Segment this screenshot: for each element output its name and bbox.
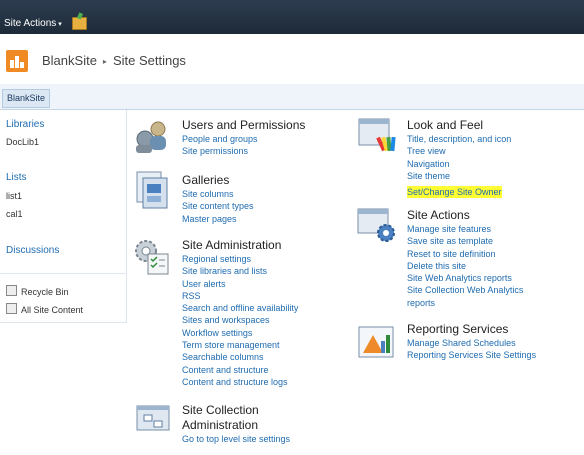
breadcrumb-site-link[interactable]: BlankSite (42, 53, 97, 68)
breadcrumb-separator-icon: ▸ (102, 57, 107, 66)
content-and-structure-link[interactable]: Content and structure (182, 364, 298, 376)
site-web-analytics-reports-link[interactable]: Site Web Analytics reports (407, 272, 523, 284)
edit-page-icon[interactable] (72, 17, 87, 30)
all-site-content-link[interactable]: All Site Content (6, 303, 83, 315)
quick-launch: Libraries DocLib1 Lists list1 cal1 Discu… (0, 110, 127, 323)
recycle-bin-link[interactable]: Recycle Bin (6, 285, 69, 297)
quick-launch-libraries[interactable]: Libraries (6, 119, 44, 130)
save-site-as-template-link[interactable]: Save site as template (407, 235, 523, 247)
site-collection-administration-section: Site Collection Administration Go to top… (182, 403, 290, 445)
navigation-link[interactable]: Navigation (407, 158, 511, 170)
set-change-site-owner-link[interactable]: Set/Change Site Owner (407, 186, 502, 199)
site-actions-icon (357, 208, 395, 242)
tree-view-link[interactable]: Tree view (407, 145, 511, 157)
top-navigation: BlankSite (0, 84, 584, 110)
site-collection-web-analytics-reports-link[interactable]: reports (407, 297, 523, 309)
galleries-section: Galleries Site columns Site content type… (182, 173, 254, 225)
searchable-columns-link[interactable]: Searchable columns (182, 351, 298, 363)
go-to-top-level-site-settings-link[interactable]: Go to top level site settings (182, 433, 290, 445)
site-collection-administration-icon (136, 405, 170, 431)
search-and-offline-availability-link[interactable]: Search and offline availability (182, 302, 298, 314)
content-and-structure-logs-link[interactable]: Content and structure logs (182, 376, 298, 388)
delete-this-site-link[interactable]: Delete this site (407, 260, 523, 272)
reporting-services-section: Reporting Services Manage Shared Schedul… (407, 322, 536, 362)
site-logo-icon[interactable] (6, 50, 28, 72)
ribbon-bar: Site Actions ▾ (0, 0, 584, 34)
look-and-feel-icon (358, 118, 396, 152)
people-and-groups-link[interactable]: People and groups (182, 133, 305, 145)
reporting-services-site-settings-link[interactable]: Reporting Services Site Settings (407, 349, 536, 361)
quick-launch-list1[interactable]: list1 (6, 191, 22, 201)
master-pages-link[interactable]: Master pages (182, 213, 254, 225)
site-actions-title: Site Actions (407, 208, 470, 222)
quick-launch-cal1[interactable]: cal1 (6, 209, 23, 219)
sites-and-workspaces-link[interactable]: Sites and workspaces (182, 314, 298, 326)
galleries-icon (136, 171, 168, 209)
title-row: BlankSite ▸ Site Settings (0, 34, 584, 84)
tab-blanksite[interactable]: BlankSite (2, 89, 51, 108)
page-title: Site Settings (112, 53, 186, 68)
reset-to-site-definition-link[interactable]: Reset to site definition (407, 248, 523, 260)
quick-launch-lists[interactable]: Lists (6, 172, 27, 183)
look-and-feel-title: Look and Feel (407, 118, 484, 132)
recycle-bin-label: Recycle Bin (21, 287, 69, 297)
site-columns-link[interactable]: Site columns (182, 188, 254, 200)
divider (0, 273, 126, 274)
users-and-permissions-title: Users and Permissions (182, 118, 306, 132)
site-permissions-link[interactable]: Site permissions (182, 145, 305, 157)
site-actions-section: Site Actions Manage site features Save s… (407, 208, 523, 309)
rss-link[interactable]: RSS (182, 290, 298, 302)
site-collection-administration-title-line2: Administration (182, 418, 259, 432)
term-store-management-link[interactable]: Term store management (182, 339, 298, 351)
quick-launch-doclib1[interactable]: DocLib1 (6, 137, 39, 147)
users-permissions-icon (136, 121, 166, 153)
site-theme-link[interactable]: Site theme (407, 170, 511, 182)
workflow-settings-link[interactable]: Workflow settings (182, 327, 298, 339)
site-actions-label: Site Actions (4, 18, 57, 29)
breadcrumb: BlankSite ▸ Site Settings (42, 53, 186, 68)
reporting-services-icon (358, 326, 394, 358)
user-alerts-link[interactable]: User alerts (182, 278, 298, 290)
site-content-types-link[interactable]: Site content types (182, 200, 254, 212)
quick-launch-discussions[interactable]: Discussions (6, 245, 59, 256)
site-administration-title: Site Administration (182, 238, 282, 252)
all-site-content-icon (6, 303, 17, 314)
chevron-down-icon: ▾ (58, 21, 62, 28)
site-actions-menu[interactable]: Site Actions ▾ (4, 18, 62, 29)
site-collection-web-analytics-link[interactable]: Site Collection Web Analytics (407, 284, 523, 296)
title-description-icon-link[interactable]: Title, description, and icon (407, 133, 511, 145)
recycle-bin-icon (6, 285, 17, 296)
site-collection-administration-title-line1: Site Collection (182, 403, 259, 417)
users-and-permissions-section: Users and Permissions People and groups … (182, 118, 305, 158)
look-and-feel-section: Look and Feel Title, description, and ic… (407, 118, 511, 200)
site-administration-section: Site Administration Regional settings Si… (182, 238, 298, 388)
regional-settings-link[interactable]: Regional settings (182, 253, 298, 265)
site-libraries-and-lists-link[interactable]: Site libraries and lists (182, 265, 298, 277)
reporting-services-title: Reporting Services (407, 322, 509, 336)
all-site-content-label: All Site Content (21, 305, 84, 315)
site-administration-icon (135, 240, 169, 275)
manage-site-features-link[interactable]: Manage site features (407, 223, 523, 235)
manage-shared-schedules-link[interactable]: Manage Shared Schedules (407, 337, 536, 349)
galleries-title: Galleries (182, 173, 230, 187)
